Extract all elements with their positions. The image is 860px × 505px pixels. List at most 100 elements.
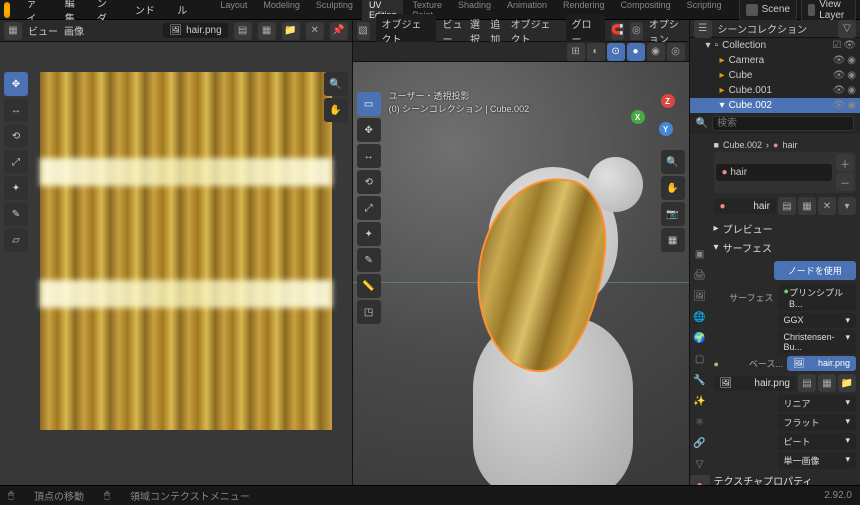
new-mat-icon[interactable]: ▦ [798,197,816,215]
overlay-toggle-icon[interactable]: ⊞ [567,43,585,61]
vp-measure-tool[interactable]: 📏 [357,274,381,298]
disable-toggle[interactable]: ◉ [847,70,856,81]
vp-move-tool[interactable]: ↔ [357,144,381,168]
rotate-tool[interactable]: ⟲ [4,124,28,148]
open-image-icon[interactable]: 📁 [282,22,300,40]
mat-menu-icon[interactable]: ▾ [838,197,856,215]
outliner-search-input[interactable] [712,116,854,131]
vp-menu-view[interactable]: ビュー [442,16,463,46]
viewport-canvas[interactable]: ユーザー・透視投影 (0) シーンコレクション | Cube.002 ▭ ✥ ↔… [353,62,689,485]
cb-select[interactable]: Christensen-Bu...▾ [778,330,856,354]
remove-slot-button[interactable]: － [836,173,854,191]
use-nodes-button[interactable]: ノードを使用 [774,261,856,280]
tab-world-icon[interactable]: 🌍 [690,328,710,348]
vp-editor-type-icon[interactable]: ▧ [357,22,370,40]
hide-toggle[interactable]: 👁 [833,70,846,81]
outliner-item-cube001[interactable]: ▸ Cube.001 👁◉ [690,83,860,98]
vp-menu-object[interactable]: オブジェクト [511,16,554,46]
outliner-item-cube002[interactable]: ▾ Cube.002 👁◉ [690,98,860,113]
disable-toggle[interactable]: ◉ [847,55,856,66]
uv-canvas[interactable]: ✥ ↔ ⟲ ⤢ ✦ ✎ ▱ 🔍 ✋ [0,42,352,485]
collection-row[interactable]: ▾ ▫Collection ☑👁 [690,38,860,53]
tex-new-icon[interactable]: ▦ [818,374,836,392]
disable-toggle[interactable]: ◉ [847,85,856,96]
tab-scene-icon[interactable]: 🌐 [690,307,710,327]
annotate-tool[interactable]: ✎ [4,202,28,226]
axis-x-icon[interactable]: X [631,110,645,124]
tab-render-icon[interactable]: ▣ [690,244,710,264]
hide-toggle[interactable]: 👁 [833,100,846,111]
shade-render-icon[interactable]: ◎ [667,43,685,61]
unlink-mat-icon[interactable]: ✕ [818,197,836,215]
tab-data-icon[interactable]: ▽ [690,454,710,474]
shade-solid-icon[interactable]: ● [627,43,645,61]
new-image-icon[interactable]: ▦ [258,22,276,40]
zoom-icon[interactable]: 🔍 [324,72,348,96]
browse-image-icon[interactable]: ▤ [234,22,252,40]
outliner-item-camera[interactable]: ▸ Camera 👁◉ [690,53,860,68]
vp-annotate-tool[interactable]: ✎ [357,248,381,272]
outliner-type-icon[interactable]: ☰ [694,20,712,38]
vp-rotate-tool[interactable]: ⟲ [357,170,381,194]
exclude-toggle[interactable]: ☑ [832,40,841,51]
cursor-3d-tool[interactable]: ✥ [357,118,381,142]
cursor-tool[interactable]: ✥ [4,72,28,96]
tab-modifier-icon[interactable]: 🔧 [690,370,710,390]
filter-icon[interactable]: ▽ [838,20,856,38]
shade-wire-icon[interactable]: ⊙ [607,43,625,61]
measure-tool[interactable]: ▱ [4,228,28,252]
tab-object-icon[interactable]: ▢ [690,349,710,369]
projection-select[interactable]: フラット▾ [778,414,856,431]
tab-particle-icon[interactable]: ✨ [690,391,710,411]
vp-transform-tool[interactable]: ✦ [357,222,381,246]
axis-z-icon[interactable]: Z [661,94,675,108]
outliner-item-cube[interactable]: ▸ Cube 👁◉ [690,68,860,83]
surface-header[interactable]: ▾ サーフェス [714,238,856,257]
browse-mat-icon[interactable]: ▤ [778,197,796,215]
tab-material-icon[interactable]: ● [690,475,710,485]
select-box-tool[interactable]: ▭ [357,92,381,116]
vp-pan-icon[interactable]: ✋ [661,176,685,200]
vp-menu-add[interactable]: 追加 [490,16,504,46]
basecolor-tex[interactable]: 🖼hair.png [787,356,856,371]
vp-persp-icon[interactable]: ▦ [661,228,685,252]
add-slot-button[interactable]: ＋ [836,154,854,172]
vp-camera-icon[interactable]: 📷 [661,202,685,226]
vp-menu-select[interactable]: 選択 [470,16,484,46]
vp-zoom-icon[interactable]: 🔍 [661,150,685,174]
texprops-header[interactable]: テクスチャプロパティ [714,471,856,485]
tab-constraint-icon[interactable]: 🔗 [690,433,710,453]
disable-toggle[interactable]: ◉ [847,100,856,111]
visibility-toggle[interactable]: 👁 [843,40,856,51]
shader-select[interactable]: ●プリンシプルB... [778,284,856,311]
scale-tool[interactable]: ⤢ [4,150,28,174]
material-slot[interactable]: ● hair [716,164,832,181]
vp-scale-tool[interactable]: ⤢ [357,196,381,220]
xray-icon[interactable]: ◐ [587,43,605,61]
source-select[interactable]: 単一画像▾ [778,452,856,469]
tab-output-icon[interactable]: 🖨 [690,265,710,285]
interp-select[interactable]: リニア▾ [778,395,856,412]
uv-menu-image[interactable]: 画像 [64,23,84,38]
move-tool[interactable]: ↔ [4,98,28,122]
tab-viewlayer-icon[interactable]: 🖼 [690,286,710,306]
proportional-icon[interactable]: ◎ [630,22,643,40]
nav-gizmo[interactable]: Z X Y [629,92,679,142]
add-cube-tool[interactable]: ◳ [357,300,381,324]
unlink-image-icon[interactable]: ✕ [306,22,324,40]
tab-physics-icon[interactable]: ⚛ [690,412,710,432]
transform-tool[interactable]: ✦ [4,176,28,200]
extension-select[interactable]: ピート▾ [778,433,856,450]
pan-icon[interactable]: ✋ [324,98,348,122]
shade-matprev-icon[interactable]: ◉ [647,43,665,61]
axis-y-icon[interactable]: Y [659,122,673,136]
ggx-select[interactable]: GGX▾ [778,313,856,328]
pin-icon[interactable]: 📌 [330,22,348,40]
tex-browse-icon[interactable]: ▤ [798,374,816,392]
material-name-field[interactable]: ● hair [714,199,776,214]
tex-file-field[interactable]: 🖼hair.png [714,376,796,391]
uv-menu-view[interactable]: ビュー [28,23,58,38]
image-selector[interactable]: 🖼 hair.png [163,23,227,38]
editor-type-icon[interactable]: ▦ [4,22,22,40]
vp-options[interactable]: オプション [649,16,685,46]
